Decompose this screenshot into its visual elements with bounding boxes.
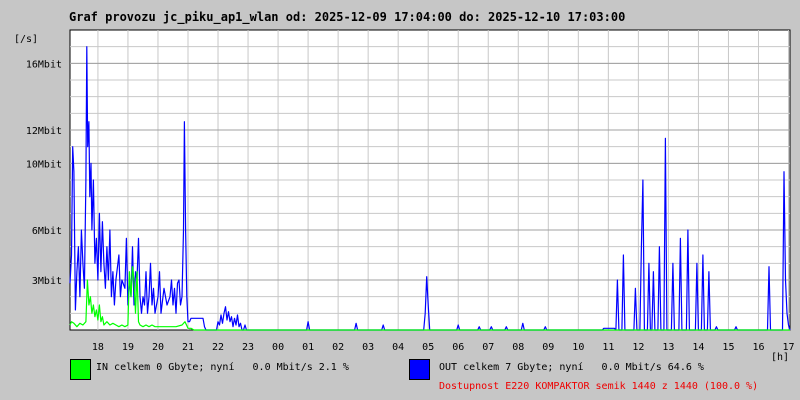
x-tick-label: 07 <box>482 342 494 353</box>
out-legend-swatch <box>409 359 430 380</box>
x-axis-label: [h] <box>771 352 789 363</box>
x-tick-label: 11 <box>602 342 614 353</box>
x-tick-label: 02 <box>332 342 344 353</box>
x-tick-label: 19 <box>122 342 134 353</box>
x-ticks: 18 19 20 21 22 23 00 01 02 03 04 05 06 07 08 09 10 11 12 13… <box>92 342 795 353</box>
x-tick-label: 16 <box>752 342 764 353</box>
y-tick-label: 6Mbit <box>32 226 62 237</box>
x-tick-label: 06 <box>452 342 464 353</box>
y-ticks: 3Mbit 6Mbit 10Mbit 12Mbit 16Mbit <box>26 59 62 287</box>
y-tick-label: 12Mbit <box>26 126 62 137</box>
x-tick-label: 23 <box>242 342 254 353</box>
x-tick-label: 00 <box>272 342 284 353</box>
x-tick-label: 15 <box>722 342 734 353</box>
out-legend-text: OUT celkem 7 Gbyte; nyní 0.0 Mbit/s 64.6… <box>439 362 704 373</box>
y-tick-label: 3Mbit <box>32 276 62 287</box>
y-tick-label: 10Mbit <box>26 159 62 170</box>
x-tick-label: 05 <box>422 342 434 353</box>
x-tick-label: 14 <box>692 342 704 353</box>
x-tick-label: 18 <box>92 342 104 353</box>
chart: 3Mbit 6Mbit 10Mbit 12Mbit 16Mbit 18 19 20 21 22 2… <box>14 29 795 363</box>
y-axis-label: [/s] <box>14 34 38 45</box>
x-tick-label: 03 <box>362 342 374 353</box>
x-tick-label: 09 <box>542 342 554 353</box>
x-tick-label: 08 <box>512 342 524 353</box>
x-tick-label: 04 <box>392 342 404 353</box>
x-tick-label: 20 <box>152 342 164 353</box>
x-tick-label: 12 <box>632 342 644 353</box>
availability-text: Dostupnost E220 KOMPAKTOR semik 1440 z 1… <box>439 381 759 392</box>
x-tick-label: 01 <box>302 342 314 353</box>
in-legend-swatch <box>70 359 91 380</box>
x-tick-label: 13 <box>662 342 674 353</box>
x-tick-label: 22 <box>212 342 224 353</box>
in-legend-text: IN celkem 0 Gbyte; nyní 0.0 Mbit/s 2.1 % <box>96 362 349 373</box>
y-tick-label: 16Mbit <box>26 59 62 70</box>
x-tick-label: 21 <box>182 342 194 353</box>
x-tick-label: 10 <box>572 342 584 353</box>
